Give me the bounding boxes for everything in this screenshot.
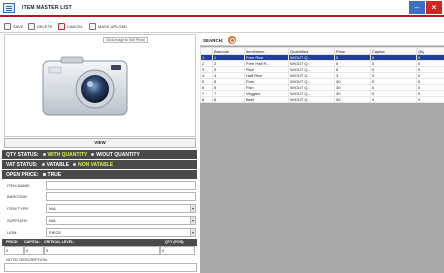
column-header[interactable]: Barcode <box>212 47 245 55</box>
item-type-value: N/A <box>49 206 56 211</box>
vat-status-bar: VAT STATUS: VATABLE NON VATABLE <box>2 160 197 169</box>
app-list-icon <box>3 3 15 13</box>
column-header[interactable]: Capital <box>370 47 417 55</box>
price-label: PRICE: <box>6 240 19 244</box>
radio-icon <box>73 163 77 166</box>
critical-level-input[interactable]: 0 <box>44 246 160 255</box>
items-table: Barcode ItemName Quantified Price Capital Qty… <box>200 47 444 103</box>
notes-textarea[interactable] <box>4 263 197 272</box>
without-quantity-label: W/OUT QUANTITY <box>96 151 140 158</box>
delete-button[interactable]: DELETE <box>28 22 53 31</box>
item-name-label: ITEM NAME: <box>7 183 31 188</box>
column-header[interactable]: Quantified <box>288 47 335 55</box>
column-header[interactable]: Qty <box>416 47 444 55</box>
table-cell: 8 <box>200 96 213 103</box>
price-input[interactable]: 0 <box>4 246 24 255</box>
uom-value: PIECE <box>49 230 62 235</box>
uom-row: UOM: PIECE <box>4 228 197 238</box>
cancel-icon <box>58 23 65 30</box>
radio-icon <box>91 153 95 156</box>
upload-icon <box>89 23 96 30</box>
toolbar: SAVE DELETE CANCEL MASS UPLOAD <box>0 19 444 33</box>
delete-icon <box>28 23 35 30</box>
table-header-row: Barcode ItemName Quantified Price Capital Qty <box>200 47 444 55</box>
qty-pos-label: QTY (POS): <box>165 240 185 244</box>
column-header[interactable] <box>200 47 213 55</box>
qty-pos-input[interactable]: 0 <box>160 246 195 255</box>
save-button[interactable]: SAVE <box>4 22 23 31</box>
table-cell: Beef <box>244 96 289 103</box>
mass-upload-button[interactable]: MASS UPLOAD <box>89 22 127 31</box>
without-quantity-radio[interactable]: W/OUT QUANTITY <box>91 152 140 158</box>
item-type-label: ITEM TYPE: <box>7 206 30 211</box>
non-vatable-label: NON VATABLE <box>78 161 114 168</box>
table-cell: 0 <box>416 96 444 103</box>
table-cell: 30 <box>334 96 371 103</box>
column-header[interactable]: Price <box>334 47 371 55</box>
item-name-input[interactable] <box>46 181 196 190</box>
item-type-row: ITEM TYPE: N/A <box>4 204 197 214</box>
chevron-down-icon[interactable] <box>190 229 195 236</box>
mass-upload-label: MASS UPLOAD <box>98 24 127 29</box>
radio-icon <box>42 153 46 156</box>
search-bar: SEARCH: <box>200 34 444 46</box>
critical-level-label: CRITICAL LEVEL: <box>44 240 75 244</box>
table-row[interactable]: 8 8 Beef W/OUT Q... 30 0 0 <box>200 96 444 103</box>
chevron-down-icon[interactable] <box>190 217 195 224</box>
title-bar: ITEM MASTER LIST – × <box>0 0 444 17</box>
vat-status-label: VAT STATUS: <box>6 161 38 168</box>
supplier-select[interactable]: N/A <box>46 216 196 225</box>
table-cell: 8 <box>212 96 245 103</box>
delete-label: DELETE <box>37 24 53 29</box>
minimize-button[interactable]: – <box>409 1 425 14</box>
save-icon <box>4 23 11 30</box>
uom-label: UOM: <box>7 230 18 235</box>
radio-icon <box>41 163 45 166</box>
supplier-label: SUPPLIER: <box>7 218 28 223</box>
qty-status-bar: QTY STATUS: WITH QUANTITY W/OUT QUANTITY <box>2 150 197 159</box>
with-quantity-label: WITH QUANTITY <box>47 151 88 158</box>
item-photo[interactable]: Click image to Edit Photo <box>4 34 196 137</box>
item-name-row: ITEM NAME: <box>4 181 197 191</box>
table-body: 1 1 Free Rice W/OUT Q... 0 0 0 2 2 Free Half R...… <box>200 54 444 103</box>
camera-image <box>42 56 128 116</box>
save-label: SAVE <box>13 24 24 29</box>
qty-status-label: QTY STATUS: <box>6 151 39 158</box>
table-cell: W/OUT Q... <box>288 96 335 103</box>
vatable-label: VATABLE <box>46 161 70 168</box>
view-button[interactable]: VIEW <box>4 138 196 148</box>
table-cell: 0 <box>370 96 417 103</box>
column-header[interactable]: ItemName <box>244 47 289 55</box>
notes-label: NOTE/ DESCRIPTION: <box>6 257 48 262</box>
open-price-label: OPEN PRICE: <box>6 171 39 178</box>
item-type-select[interactable]: N/A <box>46 204 196 213</box>
vatable-radio[interactable]: VATABLE <box>41 161 70 168</box>
price-header-bar: PRICE: CAPITAL: CRITICAL LEVEL: QTY (POS… <box>2 239 197 246</box>
item-list-panel: SEARCH: Barcode ItemName Quantified Price Ca… <box>200 34 444 273</box>
non-vatable-radio[interactable]: NON VATABLE <box>73 162 113 168</box>
barcode-row: BARCODE: <box>4 192 197 202</box>
checkbox-icon <box>42 173 46 176</box>
search-icon[interactable] <box>228 36 236 44</box>
window-title: ITEM MASTER LIST <box>22 5 72 11</box>
capital-input[interactable]: 0 <box>24 246 44 255</box>
barcode-label: BARCODE: <box>7 194 28 199</box>
chevron-down-icon[interactable] <box>190 205 195 212</box>
open-price-bar: OPEN PRICE: TRUE <box>2 170 197 179</box>
search-label: SEARCH: <box>203 38 224 43</box>
uom-select[interactable]: PIECE <box>46 228 196 237</box>
barcode-input[interactable] <box>46 192 196 201</box>
item-detail-panel: Click image to Edit Photo VIEW QTY STATU… <box>0 34 199 273</box>
cancel-label: CANCEL <box>67 24 84 29</box>
open-price-true-checkbox[interactable]: TRUE <box>42 171 62 178</box>
open-price-true-label: TRUE <box>47 171 62 178</box>
supplier-row: SUPPLIER: N/A <box>4 216 197 226</box>
price-inputs-row: 0 0 0 0 <box>2 246 197 255</box>
with-quantity-radio[interactable]: WITH QUANTITY <box>42 151 88 158</box>
cancel-button[interactable]: CANCEL <box>58 22 83 31</box>
close-button[interactable]: × <box>426 1 442 14</box>
photo-hint: Click image to Edit Photo <box>103 37 149 43</box>
supplier-value: N/A <box>49 218 56 223</box>
capital-label: CAPITAL: <box>24 240 41 244</box>
